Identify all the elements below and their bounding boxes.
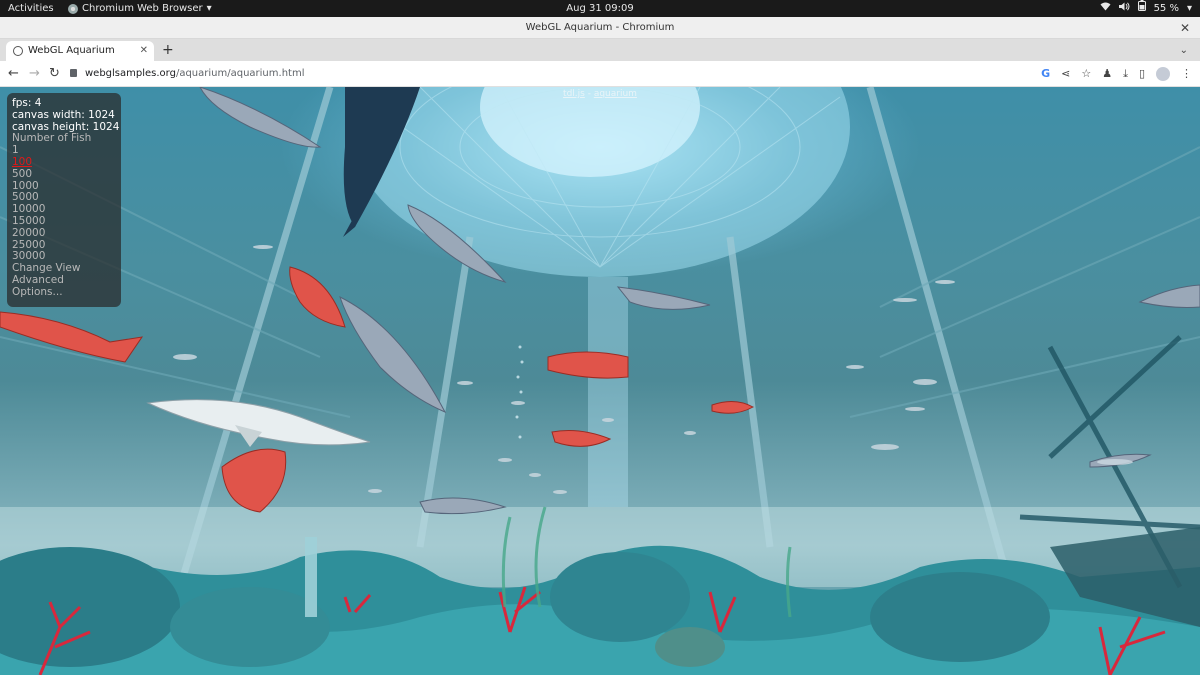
- fish-option-selected[interactable]: 100: [12, 156, 121, 169]
- back-arrow-icon[interactable]: ←: [8, 65, 19, 83]
- close-window-icon[interactable]: ✕: [1180, 17, 1190, 39]
- new-tab-button[interactable]: +: [162, 40, 174, 60]
- system-top-bar: Activities Chromium Web Browser ▾ Aug 31…: [0, 0, 1200, 17]
- chromium-icon: [68, 3, 78, 14]
- side-panel-icon[interactable]: ▯: [1139, 65, 1145, 83]
- system-tray[interactable]: 55 % ▾: [1100, 0, 1192, 17]
- tab-strip: WebGL Aquarium ✕ + ⌄: [0, 39, 1200, 61]
- bookmark-star-icon[interactable]: ☆: [1081, 65, 1091, 83]
- toolbar-icons: G ⋖ ☆ ♟ ⤓ ▯ ⋮: [1041, 65, 1192, 83]
- aquarium-canvas[interactable]: tdl.js - aquarium fps: 4 canvas width: 1…: [0, 87, 1200, 675]
- menu-kebab-icon[interactable]: ⋮: [1181, 65, 1192, 83]
- tdl-link[interactable]: tdl.js: [563, 89, 585, 99]
- chevron-down-icon: ▾: [206, 3, 212, 14]
- aquarium-scene: [0, 87, 1200, 675]
- app-name: Chromium Web Browser: [82, 3, 203, 14]
- navigation-bar: ← → ↻ webglsamples.org/aquarium/aquarium…: [0, 61, 1200, 87]
- url-host: webglsamples.org: [85, 68, 176, 79]
- profile-avatar-icon[interactable]: [1156, 67, 1170, 81]
- address-bar[interactable]: webglsamples.org/aquarium/aquarium.html: [70, 65, 1030, 83]
- tab-webgl-aquarium[interactable]: WebGL Aquarium ✕: [6, 41, 154, 61]
- tab-label: WebGL Aquarium: [28, 45, 115, 56]
- share-icon[interactable]: ⋖: [1061, 65, 1070, 83]
- google-icon[interactable]: G: [1041, 65, 1050, 83]
- activities-button[interactable]: Activities: [8, 0, 54, 17]
- fish-option[interactable]: 20000: [12, 227, 121, 240]
- controls-panel: fps: 4 canvas width: 1024 canvas height:…: [7, 93, 121, 307]
- globe-icon: [13, 46, 23, 56]
- canvas-width-readout: canvas width: 1024: [12, 108, 115, 121]
- link-separator: -: [584, 89, 594, 99]
- volume-icon: [1118, 0, 1130, 17]
- fish-option[interactable]: 15000: [12, 215, 121, 228]
- chevron-down-icon: ▾: [1186, 3, 1192, 14]
- tab-search-chevron-icon[interactable]: ⌄: [1180, 41, 1188, 61]
- app-menu[interactable]: Chromium Web Browser ▾: [68, 0, 212, 17]
- options-button[interactable]: Options...: [12, 286, 121, 299]
- url-path: /aquarium/aquarium.html: [175, 68, 305, 79]
- wifi-icon: [1100, 0, 1111, 17]
- fish-option[interactable]: 500: [12, 168, 121, 181]
- reload-icon[interactable]: ↻: [49, 65, 60, 83]
- lock-icon: [70, 69, 77, 77]
- forward-arrow-icon[interactable]: →: [29, 65, 40, 83]
- tab-close-icon[interactable]: ✕: [140, 41, 148, 61]
- aquarium-link[interactable]: aquarium: [594, 89, 637, 99]
- advanced-button[interactable]: Advanced: [12, 274, 121, 287]
- window-title-bar: WebGL Aquarium - Chromium ✕: [0, 17, 1200, 39]
- page-links: tdl.js - aquarium: [0, 89, 1200, 99]
- battery-icon: [1137, 0, 1146, 17]
- download-icon[interactable]: ⤓: [1123, 65, 1128, 83]
- number-of-fish-label: Number of Fish: [12, 132, 92, 145]
- extensions-icon[interactable]: ♟: [1102, 65, 1112, 83]
- window-title: WebGL Aquarium - Chromium: [525, 22, 675, 33]
- battery-level: 55 %: [1153, 3, 1179, 14]
